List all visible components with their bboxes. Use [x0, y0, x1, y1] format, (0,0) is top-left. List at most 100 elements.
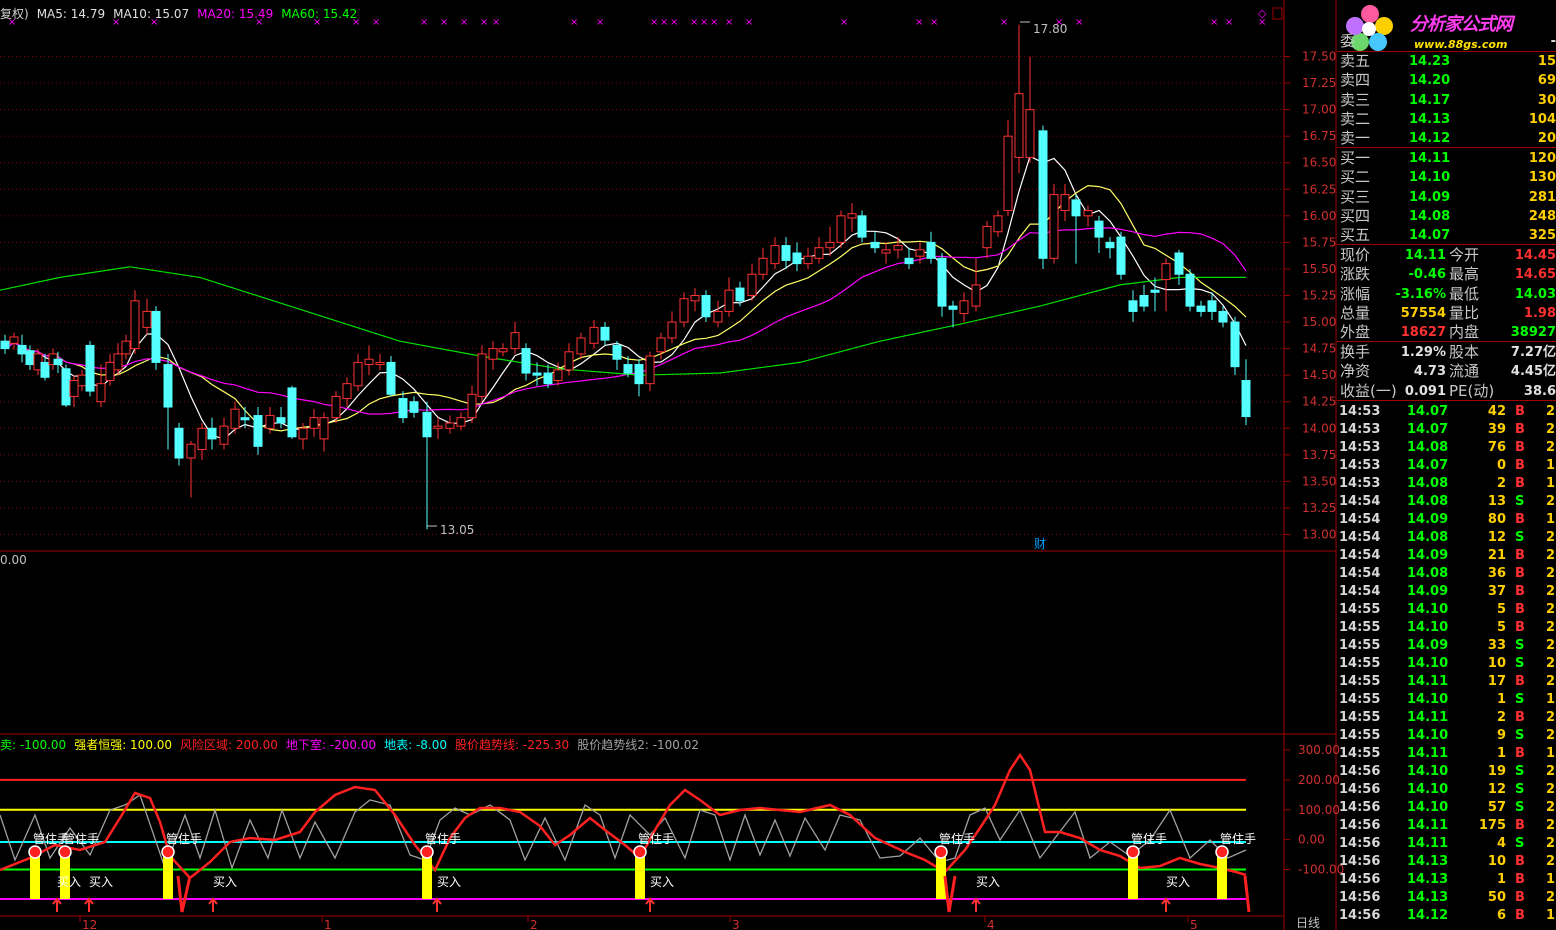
period-label: 日线	[1296, 916, 1320, 930]
candle-up	[993, 215, 1003, 233]
stat-label: 今开	[1449, 246, 1480, 264]
buy-arrow-icon	[432, 897, 442, 912]
signal-x-marker: ×	[710, 17, 718, 28]
ma-legend-item-1: MA5: 14.79	[36, 7, 106, 21]
indicator-legend-item-0: 卖: -100.00	[0, 738, 67, 752]
signal-x-marker: ×	[650, 17, 658, 28]
price-tick-label: 15.25	[1302, 289, 1336, 303]
tick-price: 14.08	[1407, 440, 1449, 455]
tick-price: 14.09	[1407, 584, 1449, 599]
stat-value: 7.27亿	[1510, 345, 1556, 360]
candle-up	[770, 245, 780, 265]
tick-price: 14.10	[1407, 728, 1449, 743]
price-tick-label: 14.25	[1302, 395, 1336, 409]
price-tick-label: 16.00	[1302, 209, 1336, 223]
tick-time: 14:53	[1339, 404, 1381, 419]
candle-down	[207, 427, 217, 440]
candle-down	[781, 245, 791, 261]
stat-row: 外盘 18627 内盘 38927	[1337, 323, 1556, 342]
stat-label: 现价	[1340, 246, 1371, 264]
bid-row: 买五 14.07 325	[1337, 226, 1556, 245]
tick-row: 14:55 14.10 5 B 2	[1337, 600, 1556, 619]
x-tick-label: 1	[324, 918, 332, 930]
sell-mark-icon	[1243, 875, 1251, 913]
tick-time: 14:56	[1339, 890, 1381, 905]
candle-up	[510, 332, 520, 350]
tick-count: 1	[1546, 746, 1556, 761]
ask-row: 卖一 14.12 20	[1337, 129, 1556, 148]
plus-icon	[934, 845, 948, 859]
ask-price: 14.17	[1409, 92, 1451, 108]
signal-bar	[30, 855, 40, 899]
candle-up	[331, 395, 341, 419]
candle-down	[1038, 130, 1048, 259]
signal-x-marker: ×	[440, 17, 448, 28]
tick-price: 14.09	[1407, 512, 1449, 527]
candle-up	[971, 284, 981, 307]
candle-up	[645, 355, 655, 385]
osc-tick-label: 300.00	[1298, 743, 1340, 757]
price-tick-label: 17.50	[1302, 50, 1336, 64]
stat-label: 内盘	[1449, 323, 1480, 342]
indicator-legend-item-2: 风险区域: 200.00	[180, 738, 278, 752]
tick-volume: 19	[1487, 764, 1506, 779]
tick-volume: 9	[1496, 728, 1506, 743]
tick-time: 14:54	[1339, 548, 1381, 563]
stat-value: 38.6	[1523, 383, 1556, 399]
bid-label: 买五	[1340, 226, 1371, 245]
candle-up	[679, 298, 689, 323]
tick-side: B	[1515, 818, 1525, 833]
candle-down	[1230, 321, 1240, 368]
signal-x-marker: ×	[725, 17, 733, 28]
stat-value: -3.16%	[1395, 286, 1447, 302]
bid-label: 买三	[1340, 187, 1371, 206]
candle-up	[553, 369, 563, 381]
tick-volume: 33	[1487, 638, 1506, 653]
cai-marker: 财	[1034, 537, 1046, 551]
stat-label: 净资	[1340, 362, 1371, 381]
stat-value: 57554	[1400, 305, 1446, 321]
candlesticks[interactable]	[0, 24, 1251, 530]
tick-count: 2	[1546, 440, 1556, 455]
candle-up	[814, 247, 824, 259]
candle-down	[870, 241, 880, 249]
tick-side: S	[1515, 692, 1525, 707]
stat-value: 1.29%	[1400, 345, 1446, 360]
candle-up	[803, 255, 813, 265]
kline-chart[interactable]: 17.50 17.25 17.00 16.75 16.50 16.25 16.00 15.75…	[0, 0, 1556, 930]
candle-down	[287, 387, 297, 438]
commission-value: -	[1550, 34, 1556, 49]
candle-down	[792, 252, 802, 265]
candle-up	[881, 249, 891, 254]
tick-volume: 4	[1496, 836, 1506, 851]
signal-x-marker: ×	[690, 17, 698, 28]
tick-side: B	[1515, 584, 1525, 599]
hold-label: 管住手	[939, 831, 975, 846]
tick-count: 2	[1546, 620, 1556, 635]
tick-count: 2	[1546, 494, 1556, 509]
tick-side: S	[1515, 728, 1525, 743]
stat-value: 14.11	[1404, 248, 1446, 263]
tick-time: 14:55	[1339, 746, 1381, 761]
tick-price: 14.07	[1407, 422, 1449, 437]
candle-down	[1128, 300, 1138, 312]
indicator-legend-item-5: 股价趋势线: -225.30	[455, 738, 570, 752]
buy-arrow-icon	[84, 897, 94, 912]
tick-volume: 175	[1478, 818, 1506, 833]
tick-row: 14:54 14.08 13 S 2	[1337, 492, 1556, 511]
tick-side: B	[1515, 476, 1525, 491]
candle-down	[163, 364, 173, 408]
ask-volume: 104	[1528, 111, 1556, 127]
candle-up	[589, 326, 599, 344]
ma5-line	[4, 155, 1247, 440]
plus-icon	[58, 845, 72, 859]
tick-time: 14:56	[1339, 782, 1381, 797]
tick-count: 2	[1546, 566, 1556, 581]
buy-arrow-icon	[645, 897, 655, 912]
stat-label: 最高	[1449, 265, 1480, 284]
tick-side: B	[1515, 872, 1525, 887]
bid-row: 买三 14.09 281	[1337, 188, 1556, 207]
price-tick-label: 16.25	[1302, 182, 1336, 196]
candle-down	[948, 305, 958, 310]
tick-side: B	[1515, 440, 1525, 455]
